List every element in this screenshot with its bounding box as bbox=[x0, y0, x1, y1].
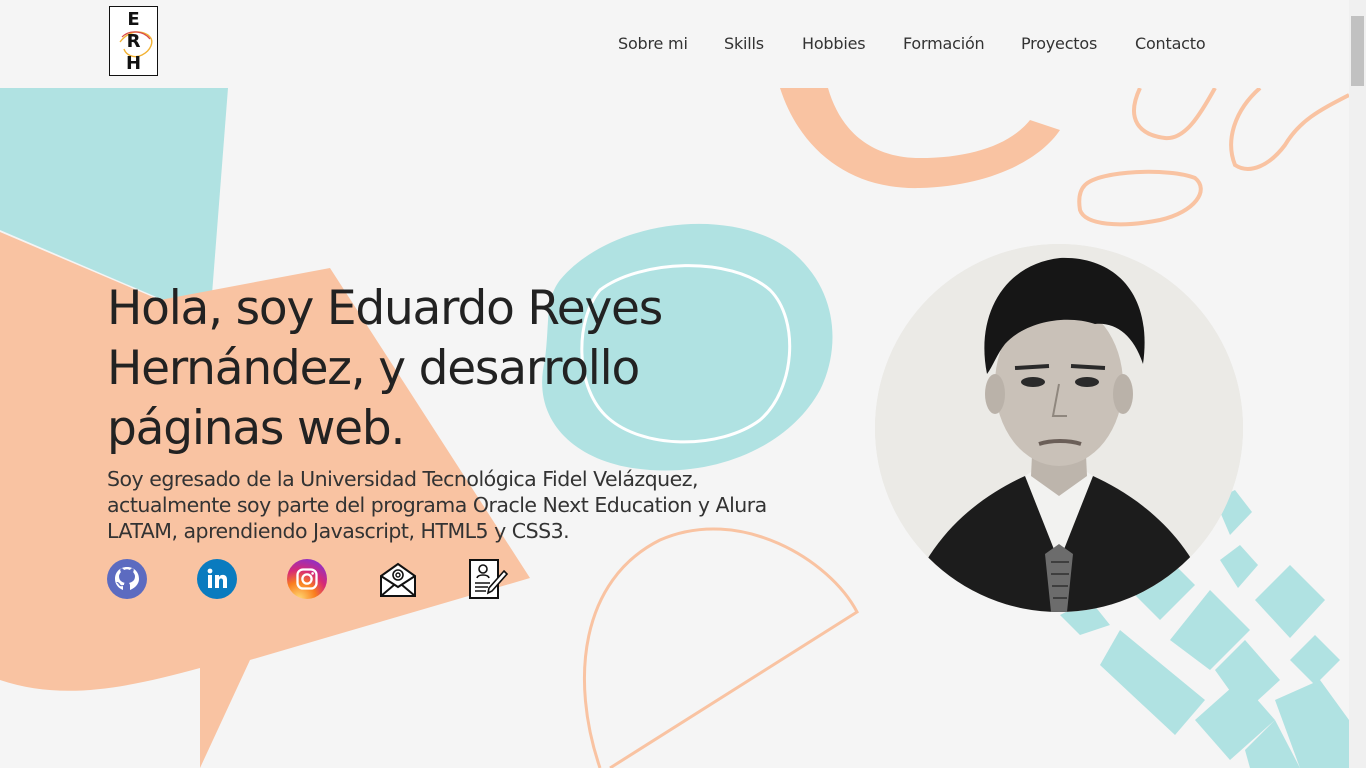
nav-skills[interactable]: Skills bbox=[724, 34, 764, 53]
nav-proyectos[interactable]: Proyectos bbox=[1021, 34, 1097, 53]
site-header: E R H Sobre mi Skills Hobbies Formación … bbox=[0, 0, 1349, 88]
nav-sobre-mi[interactable]: Sobre mi bbox=[618, 34, 688, 53]
page-scrollbar[interactable] bbox=[1349, 0, 1366, 768]
hero-title: Hola, soy Eduardo Reyes Hernández, y des… bbox=[107, 281, 663, 456]
email-link[interactable] bbox=[378, 559, 418, 599]
instagram-icon bbox=[287, 559, 327, 599]
nav-contacto[interactable]: Contacto bbox=[1135, 34, 1206, 53]
cv-link[interactable] bbox=[468, 559, 509, 599]
nav-formacion[interactable]: Formación bbox=[903, 34, 985, 53]
logo-letter-r: R bbox=[126, 31, 141, 52]
instagram-link[interactable] bbox=[287, 559, 327, 599]
cv-document-icon bbox=[469, 559, 509, 599]
linkedin-icon bbox=[197, 559, 237, 599]
profile-portrait-image bbox=[875, 244, 1243, 612]
site-logo[interactable]: E R H bbox=[109, 6, 158, 76]
github-link[interactable] bbox=[107, 559, 147, 599]
profile-photo bbox=[875, 244, 1243, 612]
github-icon bbox=[107, 559, 147, 599]
hero-description: Soy egresado de la Universidad Tecnológi… bbox=[107, 467, 767, 543]
nav-hobbies[interactable]: Hobbies bbox=[802, 34, 866, 53]
logo-letter-e: E bbox=[127, 9, 140, 30]
logo-letter-h: H bbox=[125, 53, 142, 74]
email-icon bbox=[380, 562, 416, 597]
scrollbar-thumb[interactable] bbox=[1351, 16, 1364, 86]
linkedin-link[interactable] bbox=[197, 559, 237, 599]
